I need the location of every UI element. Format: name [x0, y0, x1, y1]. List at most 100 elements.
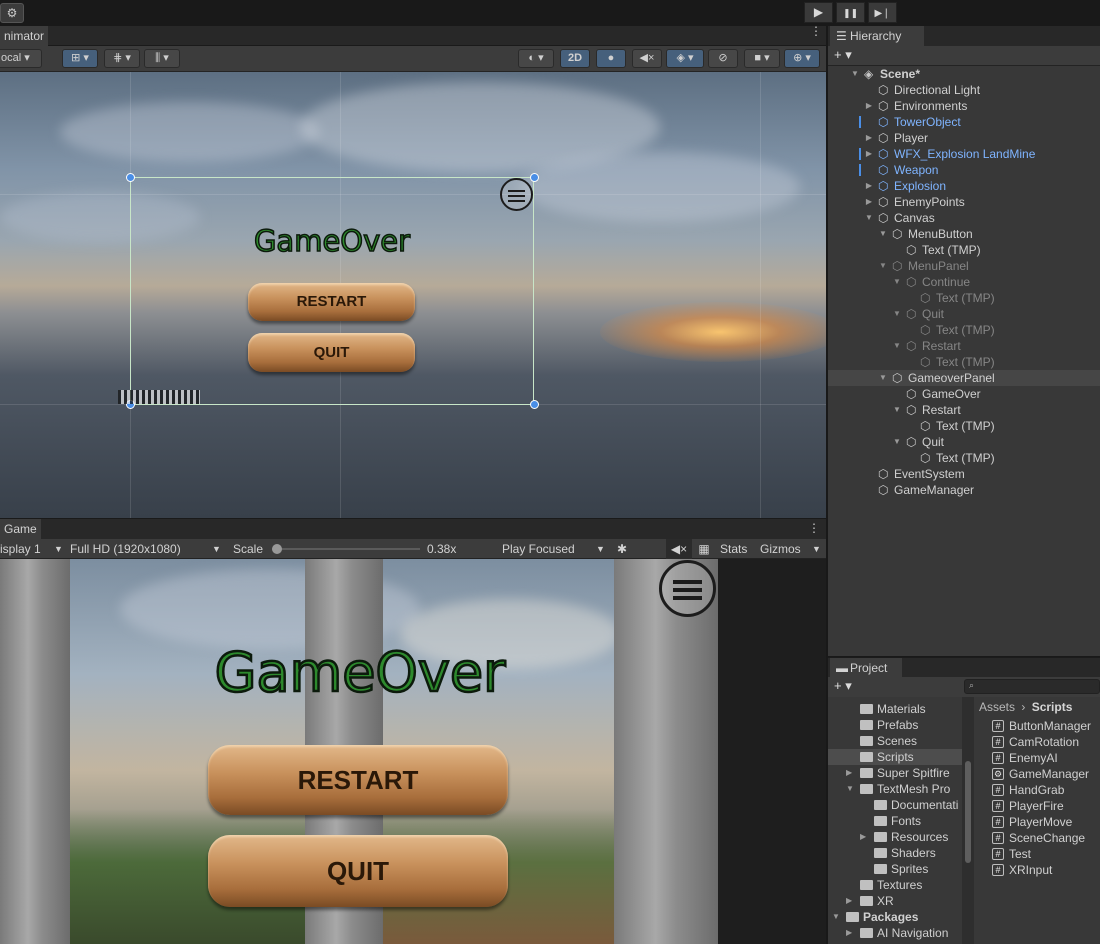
grid-snap-button[interactable]: ⊞ ▾: [62, 49, 98, 68]
script-asset[interactable]: # PlayerMove: [974, 814, 1100, 830]
script-asset[interactable]: # ButtonManager: [974, 718, 1100, 734]
hierarchy-item[interactable]: ⬡ Text (TMP): [828, 354, 1100, 370]
chevron-right-icon[interactable]: ▶: [864, 194, 874, 210]
chevron-right-icon[interactable]: ▶: [864, 146, 874, 162]
ruler-button[interactable]: ⫼ ▾: [144, 49, 180, 68]
hierarchy-item[interactable]: ⬡ GameOver: [828, 386, 1100, 402]
play-mode-dropdown[interactable]: Play Focused ▼: [498, 539, 608, 559]
script-asset[interactable]: # EnemyAI: [974, 750, 1100, 766]
scene-restart-button[interactable]: RESTART: [248, 283, 415, 321]
folder-item[interactable]: Textures: [828, 877, 962, 893]
chevron-down-icon[interactable]: ▼: [878, 370, 888, 386]
folder-item[interactable]: Materials: [828, 701, 962, 717]
scale-slider-track[interactable]: [272, 544, 420, 554]
chevron-down-icon[interactable]: ▼: [864, 210, 874, 226]
hierarchy-item[interactable]: ▼ ⬡ Restart: [828, 338, 1100, 354]
hierarchy-item[interactable]: ⬡ TowerObject: [828, 114, 1100, 130]
hierarchy-item[interactable]: ▼ ⬡ Quit: [828, 306, 1100, 322]
hierarchy-item[interactable]: ▶ ⬡ Player: [828, 130, 1100, 146]
game-menu-icon[interactable]: [659, 560, 716, 617]
chevron-down-icon[interactable]: ▼: [878, 258, 888, 274]
cloud-gear-icon[interactable]: ⚙: [0, 3, 24, 23]
folder-item[interactable]: ▶ Resources: [828, 829, 962, 845]
game-quit-button[interactable]: QUIT: [208, 835, 508, 907]
folder-item[interactable]: ▼ Packages: [828, 909, 962, 925]
breadcrumb-assets[interactable]: Assets: [979, 700, 1015, 714]
lighting-toggle[interactable]: ●: [596, 49, 626, 68]
script-asset[interactable]: # SceneChange: [974, 830, 1100, 846]
create-asset-button[interactable]: + ▾: [834, 678, 852, 694]
chevron-down-icon[interactable]: ▼: [892, 274, 902, 290]
rect-handle-top-left[interactable]: [126, 173, 135, 182]
folder-item[interactable]: ▶ Super Spitfire: [828, 765, 962, 781]
bug-icon[interactable]: ✱: [612, 539, 632, 559]
folder-item[interactable]: Scripts: [828, 749, 962, 765]
gizmos-dropdown[interactable]: Gizmos ▼: [760, 539, 824, 559]
scene-overflow-icon[interactable]: ⋮: [810, 24, 822, 38]
add-object-button[interactable]: + ▾: [834, 47, 852, 63]
audio-toggle[interactable]: ◀×: [632, 49, 662, 68]
chevron-down-icon[interactable]: ▼: [850, 66, 860, 82]
hierarchy-item[interactable]: ▼ ⬡ MenuPanel: [828, 258, 1100, 274]
chevron-right-icon[interactable]: ▶: [864, 130, 874, 146]
folder-item[interactable]: Documentati: [828, 797, 962, 813]
display-dropdown[interactable]: isplay 1 ▼: [0, 539, 64, 559]
rect-handle-top-right[interactable]: [530, 173, 539, 182]
scene-quit-button[interactable]: QUIT: [248, 333, 415, 372]
chevron-down-icon[interactable]: ▼: [892, 306, 902, 322]
hierarchy-item[interactable]: ⬡ GameManager: [828, 482, 1100, 498]
hierarchy-item[interactable]: ⬡ Text (TMP): [828, 242, 1100, 258]
folder-item[interactable]: ▼ TextMesh Pro: [828, 781, 962, 797]
step-button[interactable]: ▶❘: [868, 2, 897, 23]
script-asset[interactable]: # CamRotation: [974, 734, 1100, 750]
hierarchy-item[interactable]: ▶ ⬡ Explosion: [828, 178, 1100, 194]
gizmos-button[interactable]: ⊕ ▾: [784, 49, 820, 68]
script-asset[interactable]: # PlayerFire: [974, 798, 1100, 814]
mute-audio-icon[interactable]: ◀×: [666, 539, 692, 559]
hierarchy-item[interactable]: ⬡ Weapon: [828, 162, 1100, 178]
folder-item[interactable]: Scenes: [828, 733, 962, 749]
stats-button[interactable]: Stats: [720, 539, 747, 559]
folder-item[interactable]: ▶ XR: [828, 893, 962, 909]
tab-game[interactable]: Game: [0, 519, 41, 540]
hierarchy-item[interactable]: ▼ ⬡ Continue: [828, 274, 1100, 290]
scene-view[interactable]: GameOver RESTART QUIT: [0, 72, 826, 518]
hierarchy-item[interactable]: ▼ ⬡ MenuButton: [828, 226, 1100, 242]
scrollbar-thumb[interactable]: [965, 761, 971, 863]
scale-slider-thumb[interactable]: [272, 544, 282, 554]
chevron-right-icon[interactable]: ▶: [846, 925, 852, 941]
draw-mode-button[interactable]: ◐ ▾: [518, 49, 554, 68]
hierarchy-item[interactable]: ▶ ⬡ EnemyPoints: [828, 194, 1100, 210]
hierarchy-item[interactable]: ⬡ Directional Light: [828, 82, 1100, 98]
hierarchy-item[interactable]: ▶ ⬡ Environments: [828, 98, 1100, 114]
hierarchy-item[interactable]: ▼ ⬡ Canvas: [828, 210, 1100, 226]
tab-project[interactable]: ▬ Project: [830, 658, 902, 678]
folder-item[interactable]: Prefabs: [828, 717, 962, 733]
play-button[interactable]: ▶: [804, 2, 833, 23]
folder-item[interactable]: Shaders: [828, 845, 962, 861]
hierarchy-item[interactable]: ⬡ EventSystem: [828, 466, 1100, 482]
folder-item[interactable]: ▶ AI Navigation: [828, 925, 962, 941]
chevron-right-icon[interactable]: ▶: [864, 98, 874, 114]
script-asset[interactable]: # XRInput: [974, 862, 1100, 878]
script-asset[interactable]: # HandGrab: [974, 782, 1100, 798]
hierarchy-item[interactable]: ⬡ Text (TMP): [828, 418, 1100, 434]
game-overflow-icon[interactable]: ⋮: [808, 521, 820, 535]
visibility-toggle[interactable]: ⊘: [708, 49, 738, 68]
hierarchy-item[interactable]: ▶ ⬡ WFX_Explosion LandMine: [828, 146, 1100, 162]
chevron-down-icon[interactable]: ▼: [892, 402, 902, 418]
keyboard-icon[interactable]: ▦: [694, 539, 714, 559]
chevron-down-icon[interactable]: ▼: [878, 226, 888, 242]
hierarchy-item[interactable]: ⬡ Text (TMP): [828, 322, 1100, 338]
game-view[interactable]: GameOver RESTART QUIT: [0, 559, 826, 944]
rect-handle-bottom-right[interactable]: [530, 400, 539, 409]
hierarchy-item[interactable]: ▼ ⬡ GameoverPanel: [828, 370, 1100, 386]
resolution-dropdown[interactable]: Full HD (1920x1080) ▼: [66, 539, 226, 559]
effects-button[interactable]: ◈ ▾: [666, 49, 704, 68]
folder-item[interactable]: Fonts: [828, 813, 962, 829]
menu-icon[interactable]: [500, 178, 533, 211]
camera-button[interactable]: ■ ▾: [744, 49, 780, 68]
chevron-down-icon[interactable]: ▼: [892, 434, 902, 450]
chevron-down-icon[interactable]: ▼: [832, 909, 840, 925]
chevron-right-icon[interactable]: ▶: [846, 893, 852, 909]
